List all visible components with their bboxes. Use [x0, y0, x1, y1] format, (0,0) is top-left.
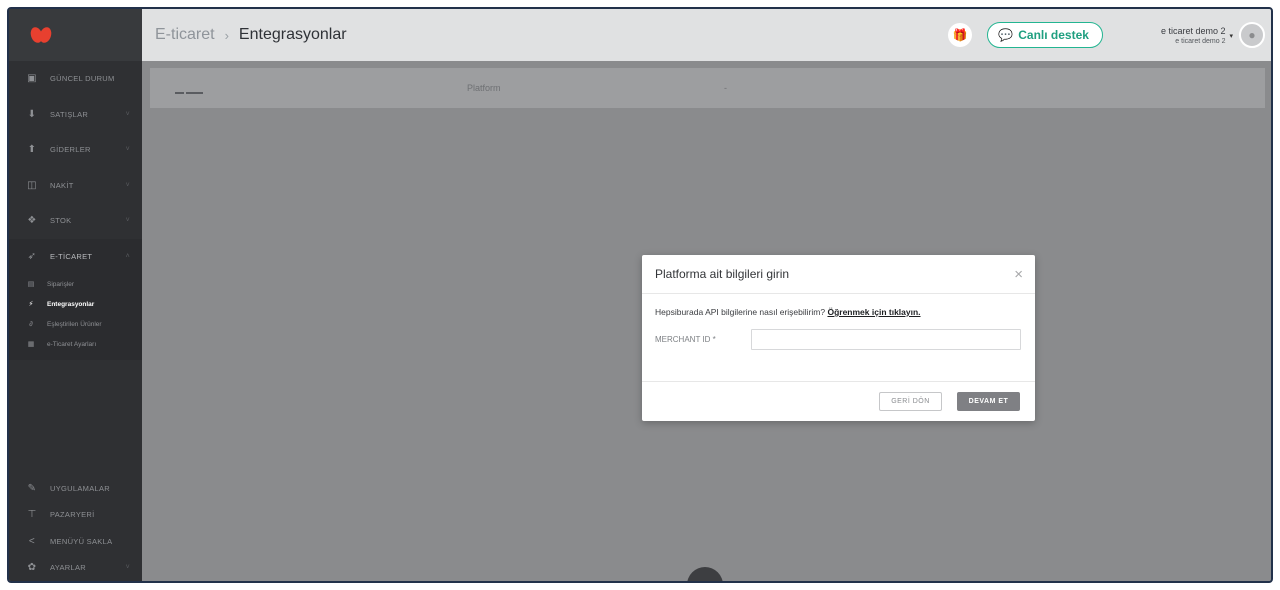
sidebar-item-label: SATIŞLAR — [50, 109, 89, 119]
sidebar-bottom-nav: ✎ UYGULAMALAR ⊤ PAZARYERİ < MENÜYÜ SAKLA… — [9, 475, 142, 581]
sidebar-item-label: UYGULAMALAR — [50, 483, 110, 493]
breadcrumb-parent[interactable]: E-ticaret — [155, 26, 215, 44]
main-content: Platform - Platforma ait bilgileri girin… — [142, 61, 1271, 581]
apps-icon: ✎ — [27, 482, 37, 494]
sidebar-item-label: AYARLAR — [50, 563, 87, 573]
merchant-id-label: MERCHANT ID * — [655, 335, 716, 344]
modal-title: Platforma ait bilgileri girin — [655, 267, 790, 281]
logo-area[interactable] — [9, 9, 142, 61]
back-button[interactable]: GERİ DÖN — [879, 392, 942, 411]
live-support-label: Canlı destek — [1018, 28, 1089, 42]
e-ticaret-submenu: ▤ Siparişler ⚡ Entegrasyonlar ∂ Eşleştir… — [9, 274, 142, 360]
integrations-table-header: Platform - — [150, 68, 1265, 108]
breadcrumb: E-ticaret › Entegrasyonlar — [142, 26, 347, 44]
sidebar-item-label: PAZARYERİ — [50, 510, 95, 520]
merchant-id-row: MERCHANT ID * — [655, 329, 1022, 350]
avatar[interactable]: ● — [1239, 22, 1265, 48]
account-subtitle: e ticaret demo 2 — [1175, 37, 1226, 45]
account-menu[interactable]: e ticaret demo 2 e ticaret demo 2 — [1161, 26, 1226, 45]
link-icon: ∂ — [29, 320, 33, 328]
rocket-icon: ➶ — [27, 250, 37, 262]
chevron-down-icon: ˅ — [125, 181, 130, 189]
sidebar-item-e-ticaret[interactable]: ➶ E-TİCARET ˄ — [9, 238, 142, 274]
submenu-item-label: Eşleştirilen Ürünler — [47, 320, 102, 328]
sidebar-nav: ▣ GÜNCEL DURUM ⬇ SATIŞLAR ˅ ⬆ GİDERLER ˅… — [9, 61, 142, 274]
submenu-item-eslestirilen-urunler[interactable]: ∂ Eşleştirilen Ürünler — [9, 314, 142, 334]
sidebar-item-menuyu-sakla[interactable]: < MENÜYÜ SAKLA — [9, 528, 142, 555]
gear-icon: ✿ — [27, 562, 37, 574]
sidebar-item-ayarlar[interactable]: ✿ AYARLAR ˅ — [9, 555, 142, 582]
sidebar-item-label: MENÜYÜ SAKLA — [50, 536, 113, 546]
collapse-icon: < — [28, 535, 36, 547]
scroll-handle[interactable] — [687, 567, 723, 581]
sales-icon: ⬇ — [27, 108, 37, 120]
submenu-item-label: Entegrasyonlar — [47, 300, 95, 308]
continue-button[interactable]: DEVAM ET — [957, 392, 1020, 411]
settings-icon: ▦ — [27, 341, 35, 348]
account-caret-icon[interactable]: ▾ — [1229, 32, 1233, 40]
sidebar-item-nakit[interactable]: ◫ NAKİT ˅ — [9, 168, 142, 204]
dashboard-icon: ▣ — [27, 73, 37, 85]
sidebar-item-label: GİDERLER — [50, 145, 91, 155]
column-platform: Platform — [467, 83, 501, 93]
help-question: Hepsiburada API bilgilerine nasıl erişeb… — [655, 307, 826, 317]
page-title: Entegrasyonlar — [238, 26, 347, 43]
header-actions: 🎁 💬 Canlı destek e ticaret demo 2 e tica… — [948, 9, 1271, 61]
submenu-item-e-ticaret-ayarlari[interactable]: ▦ e-Ticaret Ayarları — [9, 334, 142, 354]
sidebar-item-guncel-durum[interactable]: ▣ GÜNCEL DURUM — [9, 61, 142, 97]
sidebar-item-pazaryeri[interactable]: ⊤ PAZARYERİ — [9, 502, 142, 529]
chevron-up-icon: ˄ — [125, 252, 130, 260]
top-header: E-ticaret › Entegrasyonlar 🎁 💬 Canlı des… — [142, 9, 1271, 61]
sidebar-item-stok[interactable]: ❖ STOK ˅ — [9, 203, 142, 239]
merchant-id-input[interactable] — [751, 329, 1021, 350]
sidebar-item-giderler[interactable]: ⬆ GİDERLER ˅ — [9, 132, 142, 168]
platform-info-modal: Platforma ait bilgileri girin × Hepsibur… — [642, 255, 1035, 421]
modal-body: Hepsiburada API bilgilerine nasıl erişeb… — [642, 294, 1035, 350]
live-support-button[interactable]: 💬 Canlı destek — [987, 22, 1103, 48]
submenu-item-entegrasyonlar[interactable]: ⚡ Entegrasyonlar — [9, 294, 142, 314]
column-placeholder: - — [724, 83, 727, 93]
platform-logo-icon — [175, 86, 205, 94]
chevron-down-icon: ˅ — [125, 110, 130, 118]
chat-icon: 💬 — [998, 28, 1014, 42]
submenu-item-siparisler[interactable]: ▤ Siparişler — [9, 274, 142, 294]
account-name: e ticaret demo 2 — [1160, 25, 1226, 36]
expenses-icon: ⬆ — [27, 144, 37, 156]
submenu-item-label: Siparişler — [47, 280, 75, 288]
chevron-down-icon: ˅ — [125, 564, 130, 572]
sidebar-item-uygulamalar[interactable]: ✎ UYGULAMALAR — [9, 475, 142, 502]
gift-icon[interactable]: 🎁 — [948, 23, 973, 47]
cart-icon: ⊤ — [27, 509, 37, 521]
help-text: Hepsiburada API bilgilerine nasıl erişeb… — [655, 307, 1022, 317]
modal-footer: GERİ DÖN DEVAM ET — [642, 381, 1035, 421]
sidebar-item-label: E-TİCARET — [50, 251, 93, 261]
cash-icon: ◫ — [27, 179, 37, 191]
breadcrumb-separator-icon: › — [224, 27, 229, 43]
chevron-down-icon: ˅ — [125, 146, 130, 154]
sidebar-item-label: GÜNCEL DURUM — [50, 74, 115, 84]
sidebar: ▣ GÜNCEL DURUM ⬇ SATIŞLAR ˅ ⬆ GİDERLER ˅… — [9, 9, 142, 581]
plug-icon: ⚡ — [28, 301, 34, 308]
brand-logo — [28, 25, 54, 45]
orders-icon: ▤ — [27, 281, 35, 288]
learn-more-link[interactable]: Öğrenmek için tıklayın. — [827, 307, 920, 317]
stock-icon: ❖ — [27, 215, 37, 227]
chevron-down-icon: ˅ — [125, 217, 130, 225]
sidebar-item-label: STOK — [50, 216, 72, 226]
modal-header: Platforma ait bilgileri girin × — [642, 255, 1035, 294]
submenu-item-label: e-Ticaret Ayarları — [47, 340, 97, 348]
app-window: ▣ GÜNCEL DURUM ⬇ SATIŞLAR ˅ ⬆ GİDERLER ˅… — [7, 7, 1273, 583]
sidebar-item-label: NAKİT — [50, 180, 74, 190]
sidebar-item-satislar[interactable]: ⬇ SATIŞLAR ˅ — [9, 97, 142, 133]
close-icon[interactable]: × — [1014, 266, 1023, 283]
